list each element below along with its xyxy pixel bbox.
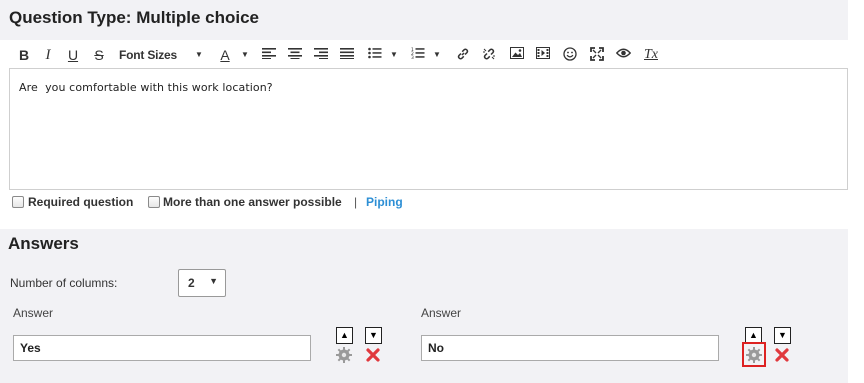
- required-question-label[interactable]: Required question: [28, 195, 133, 209]
- chevron-down-icon[interactable]: ▼: [194, 44, 204, 66]
- options-separator: |: [354, 195, 358, 209]
- editor-toolbar: B I U S Font Sizes ▼ A ▼ ▼ 123 ▼ Tx: [9, 44, 848, 66]
- delete-icon[interactable]: [773, 346, 791, 364]
- underline-button[interactable]: U: [66, 44, 80, 66]
- columns-label: Number of columns:: [10, 276, 118, 290]
- question-text-editor[interactable]: Are you comfortable with this work locat…: [9, 68, 848, 190]
- align-center-icon[interactable]: [287, 44, 303, 66]
- piping-link[interactable]: Piping: [366, 195, 403, 209]
- chevron-down-icon[interactable]: ▼: [240, 44, 250, 66]
- answers-panel: Answers Number of columns: 2 ▼ Answer Ye…: [0, 229, 848, 383]
- strikethrough-button[interactable]: S: [92, 44, 106, 66]
- answer-input[interactable]: No: [421, 335, 719, 361]
- italic-button[interactable]: I: [41, 44, 55, 66]
- preview-eye-icon[interactable]: [615, 44, 631, 66]
- move-up-button[interactable]: ▲: [336, 327, 353, 344]
- fullscreen-icon[interactable]: [589, 44, 605, 66]
- align-justify-icon[interactable]: [339, 44, 355, 66]
- columns-value: 2: [188, 276, 195, 290]
- delete-icon[interactable]: [364, 346, 382, 364]
- chevron-down-icon[interactable]: ▼: [432, 44, 442, 66]
- align-left-icon[interactable]: [261, 44, 277, 66]
- question-type-title: Question Type: Multiple choice: [9, 8, 259, 27]
- move-down-button[interactable]: ▼: [365, 327, 382, 344]
- chevron-down-icon: ▼: [209, 276, 218, 286]
- answer-value: No: [428, 341, 444, 355]
- emoji-icon[interactable]: [562, 44, 578, 66]
- answer-value: Yes: [20, 341, 41, 355]
- link-icon[interactable]: [455, 44, 471, 66]
- bullet-list-icon[interactable]: [367, 44, 383, 66]
- svg-text:3: 3: [411, 55, 414, 59]
- answers-heading: Answers: [8, 234, 79, 253]
- answer-label: Answer: [13, 306, 54, 320]
- chevron-down-icon[interactable]: ▼: [389, 44, 399, 66]
- gear-icon[interactable]: [745, 346, 763, 364]
- answer-label: Answer: [421, 306, 462, 320]
- video-icon[interactable]: [535, 44, 551, 66]
- question-header: Question Type: Multiple choice: [0, 0, 848, 40]
- unlink-icon[interactable]: [481, 44, 497, 66]
- align-right-icon[interactable]: [313, 44, 329, 66]
- gear-icon[interactable]: [335, 346, 353, 364]
- font-sizes-dropdown[interactable]: Font Sizes: [119, 44, 193, 66]
- required-question-checkbox[interactable]: [12, 196, 24, 208]
- move-down-button[interactable]: ▼: [774, 327, 791, 344]
- question-text[interactable]: Are you comfortable with this work locat…: [19, 81, 273, 94]
- numbered-list-icon[interactable]: 123: [410, 44, 426, 66]
- columns-select[interactable]: 2 ▼: [178, 269, 226, 297]
- answer-input[interactable]: Yes: [13, 335, 311, 361]
- bold-button[interactable]: B: [17, 44, 31, 66]
- multiple-answers-label[interactable]: More than one answer possible: [163, 195, 342, 209]
- image-icon[interactable]: [509, 44, 525, 66]
- font-color-button[interactable]: A: [218, 44, 232, 66]
- multiple-answers-checkbox[interactable]: [148, 196, 160, 208]
- clear-formatting-button[interactable]: Tx: [642, 44, 660, 66]
